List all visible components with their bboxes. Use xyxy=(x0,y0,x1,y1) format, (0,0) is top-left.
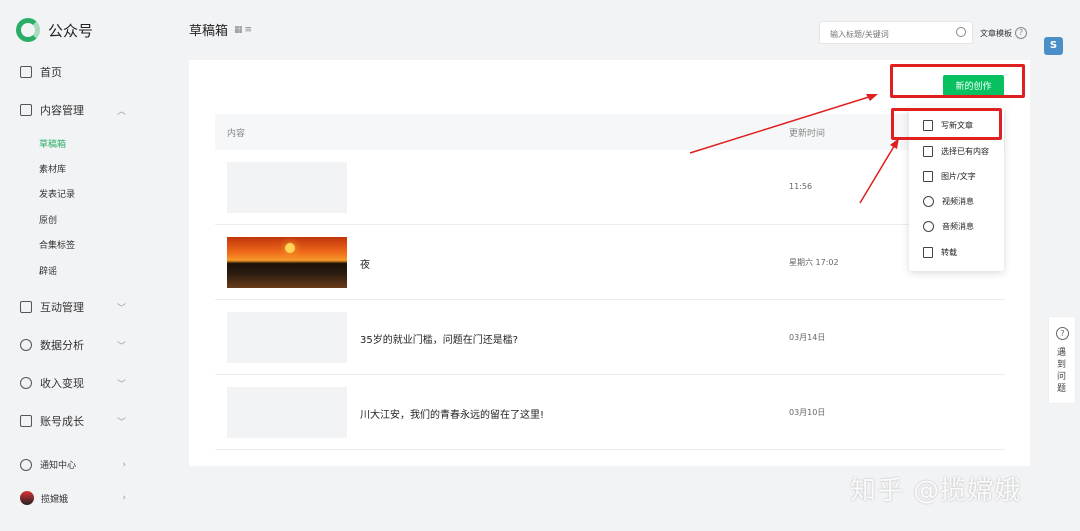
annotation-arrows xyxy=(689,94,899,204)
watermark: 知乎 @揽嫦娥 xyxy=(850,476,1022,506)
annotation-arrow xyxy=(689,95,873,154)
help-widget[interactable]: ? 遇到问题 xyxy=(1048,316,1076,404)
help-label: 遇到问题 xyxy=(1057,348,1067,394)
annotation-arrow xyxy=(859,142,897,204)
annotation-arrowhead xyxy=(890,138,899,149)
question-icon: ? xyxy=(1056,327,1069,340)
side-app-icon[interactable]: S xyxy=(1044,37,1063,55)
